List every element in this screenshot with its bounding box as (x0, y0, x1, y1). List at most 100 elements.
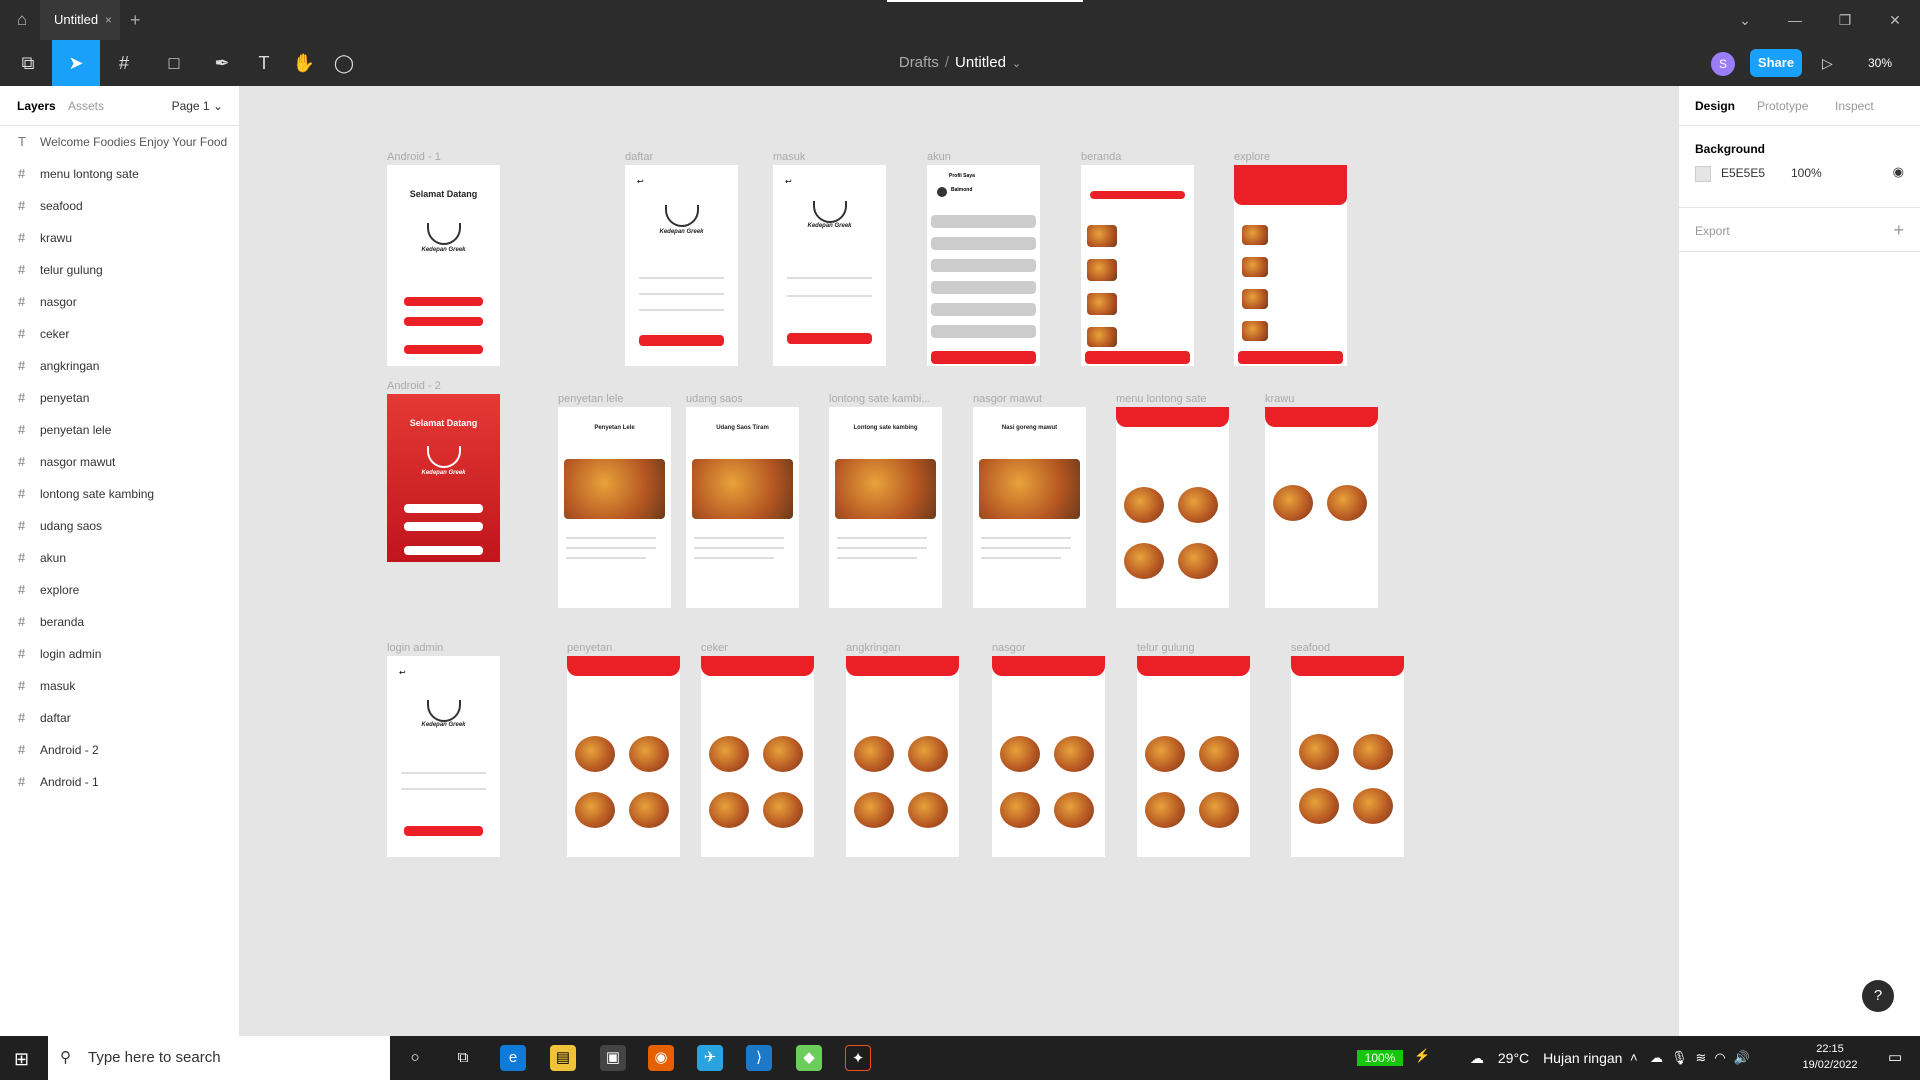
wifi-icon[interactable]: ◠ (1714, 1050, 1733, 1065)
layer-item[interactable]: # penyetan (0, 382, 239, 414)
export-title: Export (1695, 224, 1730, 238)
present-icon[interactable]: ▷ (1822, 40, 1833, 86)
layer-item[interactable]: # Android - 1 (0, 766, 239, 798)
file-tab[interactable]: Untitled × (40, 0, 120, 40)
layer-item[interactable]: # login admin (0, 638, 239, 670)
frame-login-admin[interactable]: login admin ↩ Kedepan Greek (387, 642, 500, 857)
tab-layers[interactable]: Layers (17, 86, 56, 126)
frame-penyetan[interactable]: penyetan (567, 642, 680, 857)
frame-akun[interactable]: akun Profil Saya Balmond (927, 151, 1040, 366)
frame-lontong-sate-kambing[interactable]: lontong sate kambi... Lontong sate kambi… (829, 393, 942, 608)
tray-chevron-icon[interactable]: ˄ (1630, 1036, 1638, 1080)
frame-label: penyetan (567, 642, 613, 654)
clock[interactable]: 22:15 19/02/2022 (1790, 1041, 1870, 1073)
layer-item[interactable]: # daftar (0, 702, 239, 734)
frame-telur-gulung[interactable]: telur gulung (1137, 642, 1250, 857)
layer-label: penyetan lele (40, 423, 112, 437)
layer-item[interactable]: # explore (0, 574, 239, 606)
layer-item[interactable]: # seafood (0, 190, 239, 222)
tab-prototype[interactable]: Prototype (1757, 86, 1808, 126)
task-view-icon[interactable]: ⧉ (450, 1045, 476, 1071)
admin-button (403, 546, 484, 555)
layer-label: udang saos (40, 519, 103, 533)
tab-inspect[interactable]: Inspect (1835, 86, 1874, 126)
tab-assets[interactable]: Assets (68, 86, 104, 126)
frame-layer-icon: # (18, 518, 26, 533)
figma-icon[interactable]: ✦ (845, 1045, 871, 1071)
chevron-down-icon[interactable]: ⌄ (1720, 0, 1770, 40)
frame-nasgor-mawut[interactable]: nasgor mawut Nasi goreng mawut (973, 393, 1086, 608)
frame-penyetan-lele[interactable]: penyetan lele Penyetan Lele (558, 393, 671, 608)
frame-beranda[interactable]: beranda (1081, 151, 1194, 366)
close-tab-icon[interactable]: × (105, 0, 112, 40)
layer-item[interactable]: # telur gulung (0, 254, 239, 286)
minimize-icon[interactable]: — (1770, 0, 1820, 40)
layer-item[interactable]: # akun (0, 542, 239, 574)
background-hex[interactable]: E5E5E5 (1721, 166, 1765, 180)
layer-item[interactable]: T Welcome Foodies Enjoy Your Food (0, 126, 239, 158)
layer-item[interactable]: # masuk (0, 670, 239, 702)
add-export-icon[interactable]: + (1893, 220, 1904, 241)
edge-icon[interactable]: e (500, 1045, 526, 1071)
windows-start-icon[interactable]: ⊞ (14, 1049, 29, 1070)
layer-item[interactable]: # lontong sate kambing (0, 478, 239, 510)
frame-masuk[interactable]: masuk ↩ Kedepan Greek (773, 151, 886, 366)
app-icon[interactable]: ▣ (600, 1045, 626, 1071)
avatar[interactable]: S (1711, 52, 1735, 76)
page-selector[interactable]: Page 1 ⌄ (172, 86, 223, 126)
new-tab-button[interactable]: + (130, 0, 141, 40)
food-image (1242, 257, 1268, 277)
frame-seafood[interactable]: seafood (1291, 642, 1404, 857)
weather-widget[interactable]: ☁ 29°C Hujan ringan (1470, 1036, 1622, 1080)
file-name[interactable]: Untitled (955, 54, 1006, 71)
battery-indicator[interactable]: 100% (1357, 1050, 1403, 1066)
frame-menu-lontong-sate[interactable]: menu lontong sate (1116, 393, 1229, 608)
frame-angkringan[interactable]: angkringan (846, 642, 959, 857)
layer-item[interactable]: # Android - 2 (0, 734, 239, 766)
frame-udang-saos[interactable]: udang saos Udang Saos Tiram (686, 393, 799, 608)
layer-item[interactable]: # beranda (0, 606, 239, 638)
home-icon[interactable]: ⌂ (12, 10, 32, 30)
layer-item[interactable]: # udang saos (0, 510, 239, 542)
frame-ceker[interactable]: ceker (701, 642, 814, 857)
vscode-icon[interactable]: ⟩ (746, 1045, 772, 1071)
power-icon[interactable]: ⚡ (1414, 1048, 1430, 1064)
layer-item[interactable]: # krawu (0, 222, 239, 254)
tab-design[interactable]: Design (1695, 86, 1735, 126)
file-explorer-icon[interactable]: ▤ (550, 1045, 576, 1071)
onedrive-icon[interactable]: ☁ (1650, 1050, 1671, 1065)
frame-explore[interactable]: explore (1234, 151, 1347, 366)
layer-item[interactable]: # penyetan lele (0, 414, 239, 446)
mic-icon[interactable]: 🎙 (1671, 1050, 1696, 1065)
notification-icon[interactable]: ▭ (1888, 1048, 1902, 1066)
frame-nasgor[interactable]: nasgor (992, 642, 1105, 857)
canvas[interactable]: Android - 1 Selamat Datang Kedepan Greek… (241, 86, 1678, 1036)
zoom-level[interactable]: 30% (1868, 40, 1892, 86)
cortana-icon[interactable]: ○ (402, 1045, 428, 1071)
layer-item[interactable]: # angkringan (0, 350, 239, 382)
layer-item[interactable]: # ceker (0, 318, 239, 350)
layer-item[interactable]: # nasgor (0, 286, 239, 318)
share-button[interactable]: Share (1750, 49, 1802, 77)
breadcrumb-drafts[interactable]: Drafts (899, 54, 939, 71)
taskbar-search[interactable]: ⚲ Type here to search (48, 1036, 390, 1080)
layer-item[interactable]: # nasgor mawut (0, 446, 239, 478)
telegram-icon[interactable]: ✈ (697, 1045, 723, 1071)
layer-item[interactable]: # menu lontong sate (0, 158, 239, 190)
volume-icon[interactable]: 🔊 (1734, 1050, 1758, 1065)
frame-daftar[interactable]: daftar ↩ Kedepan Greek (625, 151, 738, 366)
help-button[interactable]: ? (1862, 980, 1894, 1012)
restore-icon[interactable]: ❐ (1820, 0, 1870, 40)
frame-android-1[interactable]: Android - 1 Selamat Datang Kedepan Greek (387, 151, 500, 366)
eye-icon[interactable]: ◉ (1893, 164, 1904, 180)
background-swatch[interactable] (1695, 166, 1711, 182)
network-icon[interactable]: ≋ (1696, 1050, 1715, 1065)
frame-krawu[interactable]: krawu (1265, 393, 1378, 608)
frame-android-2[interactable]: Android - 2 Selamat Datang Kedepan Greek (387, 380, 500, 562)
background-opacity[interactable]: 100% (1791, 166, 1822, 180)
chevron-down-icon[interactable]: ⌄ (1012, 58, 1021, 70)
food-image (1327, 485, 1367, 521)
close-window-icon[interactable]: ✕ (1870, 0, 1920, 40)
app-icon[interactable]: ◆ (796, 1045, 822, 1071)
firefox-icon[interactable]: ◉ (648, 1045, 674, 1071)
